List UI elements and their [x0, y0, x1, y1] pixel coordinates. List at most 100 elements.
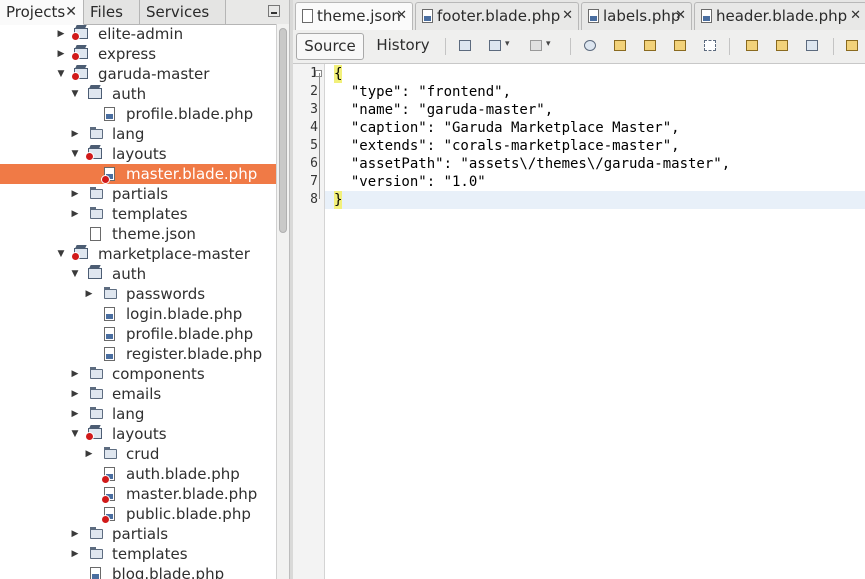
code-text: "type": "frontend",	[334, 84, 512, 100]
expand-icon[interactable]: ▶	[56, 24, 66, 44]
tree-item-elite-admin[interactable]: ▶ elite-admin	[0, 24, 276, 44]
tree-item-public-blade-php[interactable]: public.blade.php	[0, 504, 276, 524]
close-icon[interactable]: ✕	[850, 3, 861, 29]
folder-icon	[90, 207, 103, 219]
tree-item-label: templates	[112, 545, 188, 563]
tree-item-theme-json[interactable]: theme.json	[0, 224, 276, 244]
tree-item-partials[interactable]: ▶ partials	[0, 524, 276, 544]
php-file-icon	[104, 347, 115, 361]
shift-left-icon[interactable]	[845, 38, 861, 54]
tree-item-label: templates	[112, 205, 188, 223]
tree-item-profile-blade-php[interactable]: profile.blade.php	[0, 104, 276, 124]
close-icon[interactable]: ✕	[65, 0, 77, 24]
tree-item-label: profile.blade.php	[126, 325, 254, 343]
line-number: 7	[310, 174, 318, 189]
tree-item-express[interactable]: ▶ express	[0, 44, 276, 64]
tree-item-label: auth.blade.php	[126, 465, 240, 483]
tree-item-partials[interactable]: ▶ partials	[0, 184, 276, 204]
next-bookmark-icon[interactable]	[775, 38, 791, 54]
php-file-error-icon	[101, 487, 115, 504]
collapse-icon[interactable]: ▼	[70, 144, 80, 164]
tree-item-master-blade-php[interactable]: master.blade.php	[0, 164, 276, 184]
tree-item-login-blade-php[interactable]: login.blade.php	[0, 304, 276, 324]
source-view-button[interactable]: Source	[296, 33, 364, 60]
tree-item-components[interactable]: ▶ components	[0, 364, 276, 384]
toggle-bookmark-icon[interactable]	[805, 38, 821, 54]
tree-item-crud[interactable]: ▶ crud	[0, 444, 276, 464]
package-error-icon	[71, 68, 88, 81]
expand-icon[interactable]: ▶	[56, 44, 66, 64]
tree-item-templates[interactable]: ▶ templates	[0, 544, 276, 564]
collapse-icon[interactable]: ▼	[70, 264, 80, 284]
tree-item-templates[interactable]: ▶ templates	[0, 204, 276, 224]
tree-item-marketplace-master[interactable]: ▼ marketplace-master	[0, 244, 276, 264]
previous-bookmark-icon[interactable]	[745, 38, 761, 54]
last-edit-icon[interactable]	[458, 38, 474, 54]
collapse-icon[interactable]: ▼	[70, 84, 80, 104]
toggle-highlight-icon[interactable]	[673, 38, 689, 54]
tree-item-label: marketplace-master	[98, 245, 250, 263]
folder-icon	[104, 287, 117, 299]
expand-icon[interactable]: ▶	[70, 364, 80, 384]
tree-item-emails[interactable]: ▶ emails	[0, 384, 276, 404]
find-icon[interactable]	[583, 38, 599, 54]
find-next-icon[interactable]	[643, 38, 659, 54]
collapse-icon[interactable]: ▼	[56, 244, 66, 264]
expand-icon[interactable]: ▶	[84, 444, 94, 464]
code-editor[interactable]: { "type": "frontend", "name": "garuda-ma…	[325, 64, 865, 579]
minimize-icon[interactable]	[268, 5, 280, 17]
tree-item-auth-blade-php[interactable]: auth.blade.php	[0, 464, 276, 484]
code-text: "caption": "Garuda Marketplace Master",	[334, 120, 680, 136]
tree-item-label: emails	[112, 385, 162, 403]
find-previous-icon[interactable]	[613, 38, 629, 54]
tab-files[interactable]: Files	[84, 0, 140, 24]
php-file-error-icon	[101, 467, 115, 484]
tree-item-auth[interactable]: ▼ auth	[0, 84, 276, 104]
rectangular-selection-icon[interactable]	[703, 38, 719, 54]
tree-item-master-blade-php[interactable]: master.blade.php	[0, 484, 276, 504]
tree-item-layouts[interactable]: ▼ layouts	[0, 424, 276, 444]
collapse-icon[interactable]: ▼	[56, 64, 66, 84]
expand-icon[interactable]: ▶	[70, 524, 80, 544]
expand-icon[interactable]: ▶	[70, 204, 80, 224]
expand-icon[interactable]: ▶	[70, 404, 80, 424]
line-number: 8	[310, 192, 318, 207]
tree-item-register-blade-php[interactable]: register.blade.php	[0, 344, 276, 364]
tab-labels-php[interactable]: labels.php ✕	[581, 2, 692, 30]
close-icon[interactable]: ✕	[396, 3, 407, 29]
forward-icon[interactable]	[529, 38, 551, 54]
projects-panel: Projects ✕ Files Services ▶ elite-admin …	[0, 0, 291, 579]
expand-icon[interactable]: ▶	[70, 124, 80, 144]
back-icon[interactable]	[488, 38, 510, 54]
tree-item-auth[interactable]: ▼ auth	[0, 264, 276, 284]
tab-label: footer.blade.php	[437, 7, 561, 25]
tab-header-blade-php[interactable]: header.blade.php ✕	[694, 2, 865, 30]
line-number: 3	[310, 102, 318, 117]
close-icon[interactable]: ✕	[562, 3, 573, 29]
tab-theme-json[interactable]: theme.json ✕	[295, 2, 413, 31]
tree-item-passwords[interactable]: ▶ passwords	[0, 284, 276, 304]
tree-item-layouts[interactable]: ▼ layouts	[0, 144, 276, 164]
tree-item-blog-blade-php[interactable]: blog.blade.php	[0, 564, 276, 579]
scrollbar-thumb[interactable]	[279, 28, 287, 233]
collapse-icon[interactable]: ▼	[70, 424, 80, 444]
expand-icon[interactable]: ▶	[84, 284, 94, 304]
tree-item-profile-blade-php[interactable]: profile.blade.php	[0, 324, 276, 344]
tree-item-label: layouts	[112, 145, 167, 163]
tree-item-lang[interactable]: ▶ lang	[0, 124, 276, 144]
tree-item-lang[interactable]: ▶ lang	[0, 404, 276, 424]
php-file-icon	[104, 107, 115, 121]
tree-item-garuda-master[interactable]: ▼ garuda-master	[0, 64, 276, 84]
expand-icon[interactable]: ▶	[70, 184, 80, 204]
expand-icon[interactable]: ▶	[70, 544, 80, 564]
tree-item-label: crud	[126, 445, 160, 463]
expand-icon[interactable]: ▶	[70, 384, 80, 404]
code-line: "name": "garuda-master",	[325, 101, 865, 119]
tree-scrollbar[interactable]	[276, 24, 289, 579]
close-icon[interactable]: ✕	[675, 3, 686, 29]
tab-footer-blade-php[interactable]: footer.blade.php ✕	[415, 2, 579, 30]
tab-projects[interactable]: Projects ✕	[0, 0, 84, 25]
history-view-button[interactable]: History	[371, 33, 435, 60]
tab-services[interactable]: Services	[140, 0, 226, 24]
php-file-error-icon	[101, 167, 115, 184]
